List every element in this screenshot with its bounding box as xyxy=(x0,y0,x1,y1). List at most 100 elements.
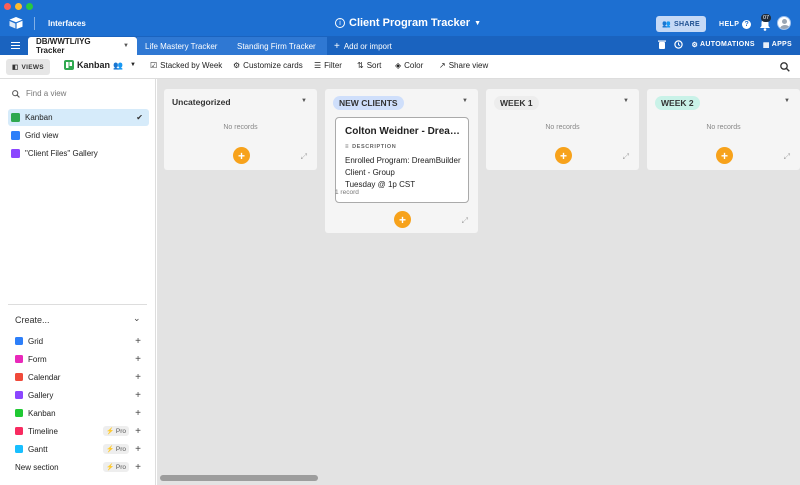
help-button[interactable]: HELP ? xyxy=(719,20,752,29)
apps-button[interactable]: ▦ APPS xyxy=(763,41,792,49)
chevron-down-icon[interactable]: ▼ xyxy=(301,98,307,104)
card-title: Colton Weidner - DreamBuilder xyxy=(345,126,463,137)
filter-label: Filter xyxy=(324,61,342,70)
search-icon[interactable] xyxy=(780,62,790,72)
question-icon: ? xyxy=(742,20,752,29)
add-record-button[interactable]: + xyxy=(394,211,411,228)
share-view-button[interactable]: ↗ Share view xyxy=(439,61,488,70)
tab-db-wwtl-iyg-tracker[interactable]: DB/WWTL/IYG Tracker ▼ xyxy=(28,37,137,55)
plus-icon: + xyxy=(334,40,340,52)
current-view-label: Kanban xyxy=(77,60,111,70)
chevron-down-icon[interactable]: ▼ xyxy=(462,98,468,104)
empty-stack-text: No records xyxy=(545,124,580,131)
share-arrow-icon: ↗ xyxy=(439,61,446,70)
chevron-down-icon[interactable]: ▼ xyxy=(784,98,790,104)
plus-icon: + xyxy=(135,335,141,347)
pro-badge: ⚡ Pro xyxy=(102,444,129,454)
find-view-search[interactable]: Find a view xyxy=(12,89,66,98)
tab-standing-firm-tracker[interactable]: Standing Firm Tracker xyxy=(229,37,327,55)
pro-badge: ⚡ Pro xyxy=(102,426,129,436)
kanban-board: Uncategorized ▼ No records + ⤢ NEW CLIEN… xyxy=(157,79,800,485)
customize-cards-label: Customize cards xyxy=(243,61,303,70)
create-item-label: Grid xyxy=(28,336,44,346)
sidebar-item-client-files-gallery[interactable]: "Client Files" Gallery xyxy=(8,145,149,162)
base-title[interactable]: i Client Program Tracker ▼ xyxy=(335,17,481,29)
sort-label: Sort xyxy=(366,61,382,70)
color-button[interactable]: ◈ Color xyxy=(395,61,423,70)
expand-icon[interactable]: ⤢ xyxy=(301,152,307,162)
chevron-down-icon[interactable]: ▼ xyxy=(623,98,629,104)
card-description: Enrolled Program: DreamBuilder Client - … xyxy=(345,155,467,191)
base-title-text: Client Program Tracker xyxy=(349,17,471,29)
chevron-down-icon[interactable]: ⌄ xyxy=(133,313,141,324)
chevron-down-icon[interactable]: ▼ xyxy=(123,43,129,49)
create-gantt-button[interactable]: Gantt ⚡ Pro + xyxy=(15,442,141,456)
card-description-line: Enrolled Program: DreamBuilder xyxy=(345,156,461,165)
plus-icon: + xyxy=(135,461,141,473)
close-window-button[interactable] xyxy=(4,3,11,10)
sidebar-item-grid-view[interactable]: Grid view xyxy=(8,127,149,144)
add-or-import-button[interactable]: + Add or import xyxy=(326,37,400,55)
add-record-button[interactable]: + xyxy=(555,147,572,164)
maximize-window-button[interactable] xyxy=(26,3,33,10)
create-item-label: Calendar xyxy=(28,372,61,382)
stack-title[interactable]: WEEK 1 xyxy=(494,96,539,110)
automations-button[interactable]: ⚙ AUTOMATIONS xyxy=(691,41,754,49)
avatar[interactable] xyxy=(777,16,791,30)
sidebar-item-label: Kanban xyxy=(25,113,53,122)
sort-button[interactable]: ⇅ Sort xyxy=(357,61,381,70)
sort-icon: ⇅ xyxy=(357,61,364,70)
share-button[interactable]: 👥 SHARE xyxy=(656,16,706,32)
trash-icon[interactable] xyxy=(658,40,667,49)
stack-week-2: WEEK 2 ▼ No records + ⤢ xyxy=(647,89,800,170)
stack-title[interactable]: Uncategorized xyxy=(172,97,231,107)
checkbox-icon: ☑ xyxy=(150,61,158,70)
add-record-button[interactable]: + xyxy=(716,147,733,164)
history-icon[interactable] xyxy=(674,40,684,49)
info-icon[interactable]: i xyxy=(335,18,345,28)
search-icon xyxy=(12,89,20,98)
pro-badge: ⚡ Pro xyxy=(102,462,129,472)
gear-icon: ⚙ xyxy=(233,61,241,70)
help-label: HELP xyxy=(719,21,740,28)
expand-icon[interactable]: ⤢ xyxy=(462,216,468,226)
horizontal-scrollbar[interactable] xyxy=(160,475,318,481)
card-field-label: ≡ DESCRIPTION xyxy=(345,144,397,150)
create-item-label: Timeline xyxy=(28,426,58,436)
app-header: Interfaces i Client Program Tracker ▼ 👥 … xyxy=(0,0,800,36)
stack-title[interactable]: NEW CLIENTS xyxy=(333,96,404,110)
sidebar-item-label: "Client Files" Gallery xyxy=(25,149,98,158)
filter-button[interactable]: ☰ Filter xyxy=(314,61,342,70)
tab-life-mastery-tracker[interactable]: Life Mastery Tracker xyxy=(137,37,229,55)
views-toggle-button[interactable]: ◧ VIEWS xyxy=(6,59,50,75)
checkmark-icon: ✔ xyxy=(136,113,143,122)
add-or-import-label: Add or import xyxy=(343,41,392,51)
airtable-logo-icon[interactable] xyxy=(9,17,23,29)
apps-icon: ▦ xyxy=(762,41,770,49)
header-divider xyxy=(34,17,35,30)
create-timeline-button[interactable]: Timeline ⚡ Pro + xyxy=(15,424,141,438)
stacked-by-button[interactable]: ☑ Stacked by Week xyxy=(150,61,222,70)
add-record-button[interactable]: + xyxy=(233,147,250,164)
create-grid-button[interactable]: Grid + xyxy=(15,334,141,348)
filter-icon: ☰ xyxy=(314,61,322,70)
create-form-button[interactable]: Form + xyxy=(15,352,141,366)
interfaces-link[interactable]: Interfaces xyxy=(48,19,86,28)
create-kanban-button[interactable]: Kanban + xyxy=(15,406,141,420)
menu-icon[interactable] xyxy=(11,42,20,49)
stack-title[interactable]: WEEK 2 xyxy=(655,96,700,110)
form-icon xyxy=(15,355,23,363)
create-new-section-button[interactable]: New section ⚡ Pro + xyxy=(15,460,141,474)
expand-icon[interactable]: ⤢ xyxy=(623,152,629,162)
minimize-window-button[interactable] xyxy=(15,3,22,10)
customize-cards-button[interactable]: ⚙ Customize cards xyxy=(233,61,303,70)
create-gallery-button[interactable]: Gallery + xyxy=(15,388,141,402)
create-calendar-button[interactable]: Calendar + xyxy=(15,370,141,384)
sidebar-item-kanban[interactable]: Kanban ✔ xyxy=(8,109,149,126)
gallery-icon xyxy=(15,391,23,399)
create-section-title[interactable]: Create... xyxy=(15,315,50,325)
views-label: VIEWS xyxy=(21,63,44,71)
automations-label: AUTOMATIONS xyxy=(700,41,755,48)
current-view-switcher[interactable]: Kanban 👥 ▼ xyxy=(64,60,136,70)
expand-icon[interactable]: ⤢ xyxy=(784,152,790,162)
